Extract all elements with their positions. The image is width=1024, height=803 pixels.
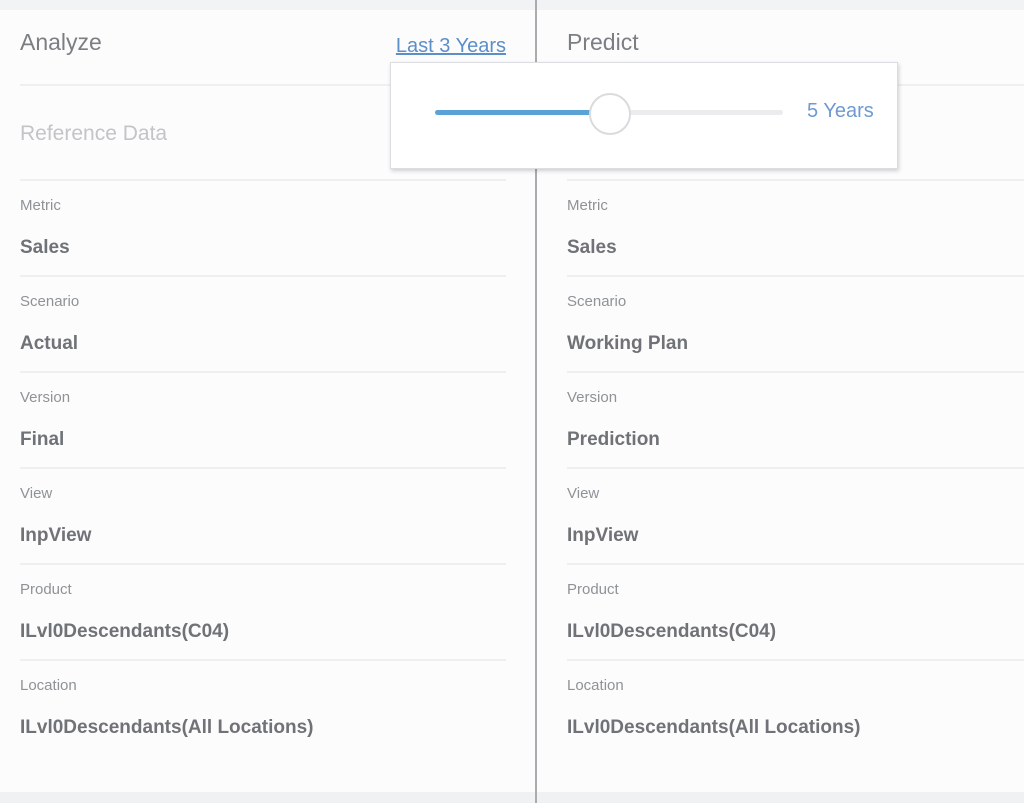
reference-data-label: Reference Data	[20, 122, 168, 145]
field-label: Location	[567, 677, 624, 694]
slider-value-label: 5 Years	[807, 100, 874, 122]
field-value: ILvl0Descendants(All Locations)	[567, 717, 861, 738]
range-link[interactable]: Last 3 Years	[396, 35, 506, 58]
field-value: Sales	[20, 237, 70, 258]
field-value: ILvl0Descendants(All Locations)	[20, 717, 314, 738]
range-popup: 5 Years	[390, 62, 898, 169]
analyze-field-scenario[interactable]: Scenario Actual	[20, 277, 506, 373]
field-label: Location	[20, 677, 77, 694]
field-label: Metric	[20, 197, 61, 214]
field-value: Prediction	[567, 429, 660, 450]
analyze-field-product[interactable]: Product ILvl0Descendants(C04)	[20, 565, 506, 661]
field-value: Actual	[20, 333, 79, 354]
slider-thumb[interactable]	[589, 93, 631, 135]
field-label: Product	[20, 581, 72, 598]
field-label: Scenario	[20, 293, 80, 310]
field-label: Metric	[567, 197, 608, 214]
field-value: ILvl0Descendants(C04)	[20, 621, 230, 642]
bottom-band	[0, 792, 1024, 803]
predict-field-scenario[interactable]: Scenario Working Plan	[567, 277, 1024, 373]
field-label: Product	[567, 581, 619, 598]
field-value: InpView	[20, 525, 92, 546]
analyze-field-version[interactable]: Version Final	[20, 373, 506, 469]
field-value: Working Plan	[567, 333, 689, 354]
predict-field-product[interactable]: Product ILvl0Descendants(C04)	[567, 565, 1024, 661]
analyze-title: Analyze	[20, 29, 102, 55]
slider-fill	[435, 110, 609, 115]
years-slider[interactable]	[435, 93, 783, 135]
field-value: Sales	[567, 237, 617, 258]
analyze-field-location[interactable]: Location ILvl0Descendants(All Locations)	[20, 661, 506, 755]
analyze-field-metric[interactable]: Metric Sales	[20, 181, 506, 277]
field-label: View	[567, 485, 600, 502]
predict-field-location[interactable]: Location ILvl0Descendants(All Locations)	[567, 661, 1024, 755]
field-label: Version	[567, 389, 618, 406]
field-label: View	[20, 485, 53, 502]
field-label: Scenario	[567, 293, 627, 310]
predict-title: Predict	[567, 29, 639, 55]
predict-field-view[interactable]: View InpView	[567, 469, 1024, 565]
predict-field-metric[interactable]: Metric Sales	[567, 181, 1024, 277]
analyze-field-view[interactable]: View InpView	[20, 469, 506, 565]
field-value: Final	[20, 429, 65, 450]
predict-field-version[interactable]: Version Prediction	[567, 373, 1024, 469]
field-value: ILvl0Descendants(C04)	[567, 621, 777, 642]
field-value: InpView	[567, 525, 639, 546]
field-label: Version	[20, 389, 71, 406]
